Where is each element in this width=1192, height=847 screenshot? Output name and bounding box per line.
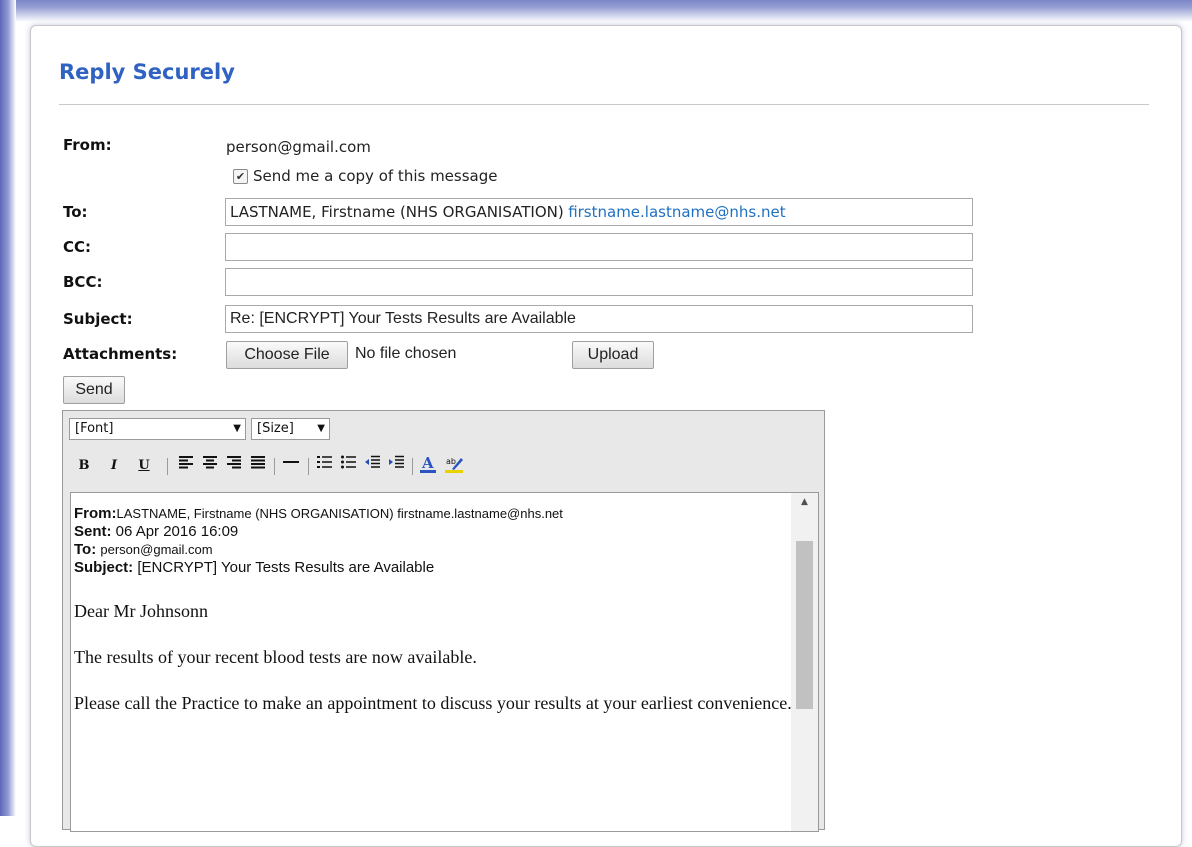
svg-text:A: A [421,455,434,472]
size-select[interactable]: [Size] ▼ [251,418,330,440]
send-copy-checkbox[interactable]: ✔ [233,169,248,184]
from-label: From: [63,136,112,154]
quoted-from-line: From:LASTNAME, Firstname (NHS ORGANISATI… [74,505,792,523]
greeting-text: Dear Mr Johnsonn [74,601,208,621]
attachments-label: Attachments: [63,345,178,363]
align-center-icon[interactable] [201,455,219,477]
send-button[interactable]: Send [63,376,125,404]
page-title: Reply Securely [59,60,235,84]
font-color-icon[interactable]: A [418,454,438,477]
scroll-thumb[interactable] [796,541,813,709]
scroll-up-arrow-icon[interactable]: ▲ [791,497,818,507]
send-copy-label[interactable]: Send me a copy of this message [253,167,497,185]
body-paragraph-1: The results of your recent blood tests a… [74,647,477,667]
indent-icon[interactable] [388,455,406,477]
justify-icon[interactable] [249,455,267,477]
from-value: person@gmail.com [226,138,371,156]
quoted-sent-label: Sent: [74,523,112,540]
svg-text:ab: ab [446,457,456,466]
subject-field[interactable]: Re: [ENCRYPT] Your Tests Results are Ava… [225,305,973,333]
align-right-icon[interactable] [225,455,243,477]
toolbar-separator [308,458,309,475]
quoted-to-line: To: person@gmail.com [74,541,792,559]
message-content: From:LASTNAME, Firstname (NHS ORGANISATI… [74,505,792,715]
toolbar-separator [274,458,275,475]
bcc-field[interactable] [225,268,973,296]
cc-label: CC: [63,238,92,256]
quoted-to-value: person@gmail.com [100,542,213,557]
quoted-sent-value: 06 Apr 2016 16:09 [115,523,239,540]
body-paragraph-2: Please call the Practice to make an appo… [74,693,792,713]
italic-icon[interactable]: I [107,455,121,477]
font-select[interactable]: [Font] ▼ [69,418,246,440]
size-select-arrow-icon: ▼ [317,423,325,434]
quoted-to-label: To: [74,541,97,558]
ordered-list-icon[interactable] [316,455,334,477]
align-left-icon[interactable] [177,455,195,477]
bold-icon[interactable]: B [77,455,91,477]
no-file-chosen-text: No file chosen [355,345,457,362]
upload-button[interactable]: Upload [572,341,654,369]
choose-file-button[interactable]: Choose File [226,341,348,369]
quoted-from-value: LASTNAME, Firstname (NHS ORGANISATION) f… [116,506,563,521]
editor-scrollbar[interactable]: ▲ [791,493,818,831]
toolbar-separator [167,458,168,475]
quoted-sent-line: Sent: 06 Apr 2016 16:09 [74,523,792,541]
quoted-subject-line: Subject: [ENCRYPT] Your Tests Results ar… [74,559,792,577]
size-select-value: [Size] [257,421,294,436]
to-recipient-email[interactable]: firstname.lastname@nhs.net [568,203,785,221]
toolbar-separator [412,458,413,475]
to-recipient-name: LASTNAME, Firstname (NHS ORGANISATION) [230,203,564,221]
horizontal-rule-icon[interactable] [281,455,301,477]
font-select-arrow-icon: ▼ [233,423,241,434]
cc-field[interactable] [225,233,973,261]
rich-text-editor: [Font] ▼ [Size] ▼ B I U A ab From:LASTNA… [62,410,825,832]
font-select-value: [Font] [75,421,114,436]
underline-icon[interactable]: U [137,455,151,477]
quoted-from-label: From: [74,505,117,522]
window-frame-left [0,0,16,816]
highlight-color-icon[interactable]: ab [443,455,465,477]
quoted-subject-label: Subject: [74,559,134,576]
bcc-label: BCC: [63,273,103,291]
to-label: To: [63,203,88,221]
to-field[interactable]: LASTNAME, Firstname (NHS ORGANISATION) f… [225,198,973,226]
unordered-list-icon[interactable] [340,455,358,477]
quoted-subject-value: [ENCRYPT] Your Tests Results are Availab… [137,559,435,576]
outdent-icon[interactable] [364,455,382,477]
title-divider [59,104,1149,105]
editor-body[interactable]: From:LASTNAME, Firstname (NHS ORGANISATI… [70,492,819,832]
subject-label: Subject: [63,310,133,328]
